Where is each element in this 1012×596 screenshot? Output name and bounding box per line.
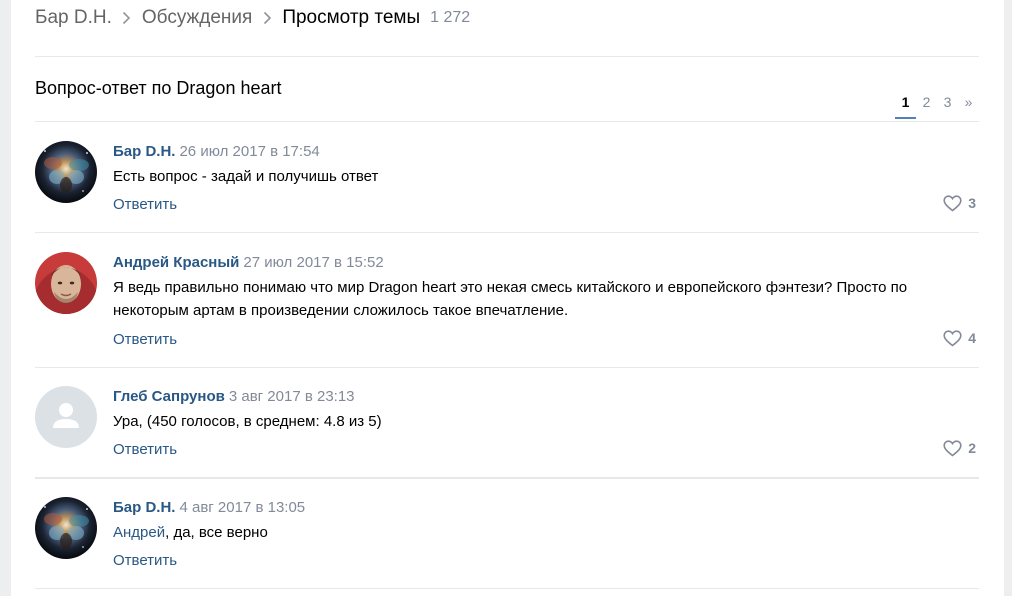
- reply-button[interactable]: Ответить: [113, 331, 177, 348]
- breadcrumb-current: Просмотр темы: [282, 7, 421, 28]
- divider: [35, 121, 979, 122]
- photo-avatar[interactable]: [35, 252, 97, 314]
- chevron-right-icon: [112, 7, 142, 29]
- post-date[interactable]: 3 авг 2017 в 23:13: [229, 388, 355, 405]
- like-button[interactable]: 2: [943, 438, 976, 458]
- post-header: Бар D.H. 4 авг 2017 в 13:05: [113, 499, 305, 517]
- pagination: 1 2 3 »: [895, 91, 979, 121]
- page-2-link[interactable]: 2: [916, 91, 937, 119]
- reply-button[interactable]: Ответить: [113, 196, 177, 213]
- post-text: Андрей, да, все верно: [113, 521, 973, 544]
- post-text: Ура, (450 голосов, в среднем: 4.8 из 5): [113, 413, 382, 430]
- post-header: Андрей Красный 27 июл 2017 в 15:52: [113, 254, 384, 272]
- divider: [35, 588, 979, 589]
- breadcrumb-group-link[interactable]: Бар D.H.: [35, 7, 112, 29]
- page-1-link[interactable]: 1: [895, 91, 916, 119]
- mention-link[interactable]: Андрей: [113, 524, 165, 541]
- post-text-body: , да, все верно: [165, 524, 268, 541]
- heart-icon: [943, 194, 962, 212]
- discussion-page: Бар D.H. Обсуждения Просмотр темы 1 272 …: [11, 0, 1004, 596]
- divider: [35, 56, 979, 57]
- post-text: Я ведь правильно понимаю что мир Dragon …: [113, 279, 908, 319]
- reply-button[interactable]: Ответить: [113, 552, 177, 569]
- default-user-avatar[interactable]: [35, 386, 97, 448]
- nebula-avatar[interactable]: [35, 141, 97, 203]
- heart-icon: [943, 329, 962, 347]
- chevron-right-icon: [252, 7, 282, 29]
- post-header: Глеб Сапрунов 3 авг 2017 в 23:13: [113, 388, 355, 406]
- topic-post-count: 1 272: [430, 9, 471, 26]
- like-count: 3: [968, 195, 976, 211]
- post-date[interactable]: 26 июл 2017 в 17:54: [179, 143, 319, 160]
- post-date[interactable]: 4 авг 2017 в 13:05: [179, 499, 305, 516]
- divider: [35, 232, 979, 233]
- post-date[interactable]: 27 июл 2017 в 15:52: [243, 254, 383, 271]
- like-button[interactable]: 3: [943, 193, 976, 213]
- next-page-link[interactable]: »: [958, 91, 979, 119]
- nebula-avatar[interactable]: [35, 497, 97, 559]
- topic-title: Вопрос-ответ по Dragon heart: [35, 78, 282, 98]
- author-link[interactable]: Андрей Красный: [113, 254, 239, 271]
- reply-button[interactable]: Ответить: [113, 441, 177, 458]
- divider: [35, 367, 979, 368]
- author-link[interactable]: Бар D.H.: [113, 499, 175, 516]
- like-button[interactable]: 4: [943, 328, 976, 348]
- heart-icon: [943, 439, 962, 457]
- post-text: Есть вопрос - задай и получишь ответ: [113, 168, 379, 185]
- author-link[interactable]: Глеб Сапрунов: [113, 388, 225, 405]
- like-count: 4: [968, 330, 976, 346]
- page-3-link[interactable]: 3: [937, 91, 958, 119]
- breadcrumb-discussions-link[interactable]: Обсуждения: [142, 7, 252, 29]
- post-header: Бар D.H. 26 июл 2017 в 17:54: [113, 143, 320, 161]
- divider: [35, 477, 979, 479]
- like-count: 2: [968, 440, 976, 456]
- author-link[interactable]: Бар D.H.: [113, 143, 175, 160]
- breadcrumb: Бар D.H. Обсуждения Просмотр темы 1 272: [35, 6, 470, 30]
